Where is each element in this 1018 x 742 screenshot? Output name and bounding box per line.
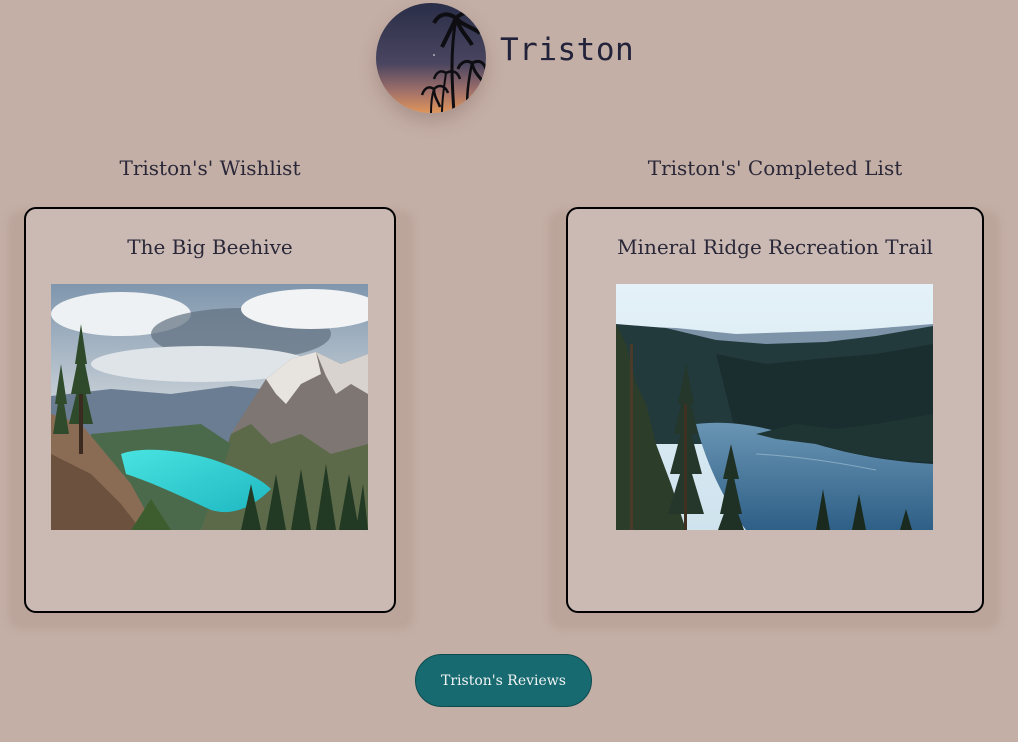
turquoise-mountain-lake-photo [51, 284, 368, 530]
wishlist-card[interactable]: The Big Beehive [24, 207, 396, 613]
wishlist-heading: Triston's' Wishlist [119, 156, 301, 180]
profile-name: Triston [500, 32, 635, 68]
wishlist-item-title[interactable]: The Big Beehive [26, 235, 394, 259]
reviews-button[interactable]: Triston's Reviews [415, 654, 592, 707]
wishlist-item-photo[interactable] [51, 284, 368, 530]
completed-item-title[interactable]: Mineral Ridge Recreation Trail [568, 235, 982, 259]
completed-item-photo[interactable] [616, 284, 933, 530]
profile-page: Triston Triston's' Wishlist Triston's' C… [0, 0, 1018, 742]
sunset-palm-trees-photo [376, 3, 486, 113]
completed-card[interactable]: Mineral Ridge Recreation Trail [566, 207, 984, 613]
forest-lake-valley-photo [616, 284, 933, 530]
completed-heading: Triston's' Completed List [647, 156, 903, 180]
profile-avatar[interactable] [376, 3, 486, 113]
